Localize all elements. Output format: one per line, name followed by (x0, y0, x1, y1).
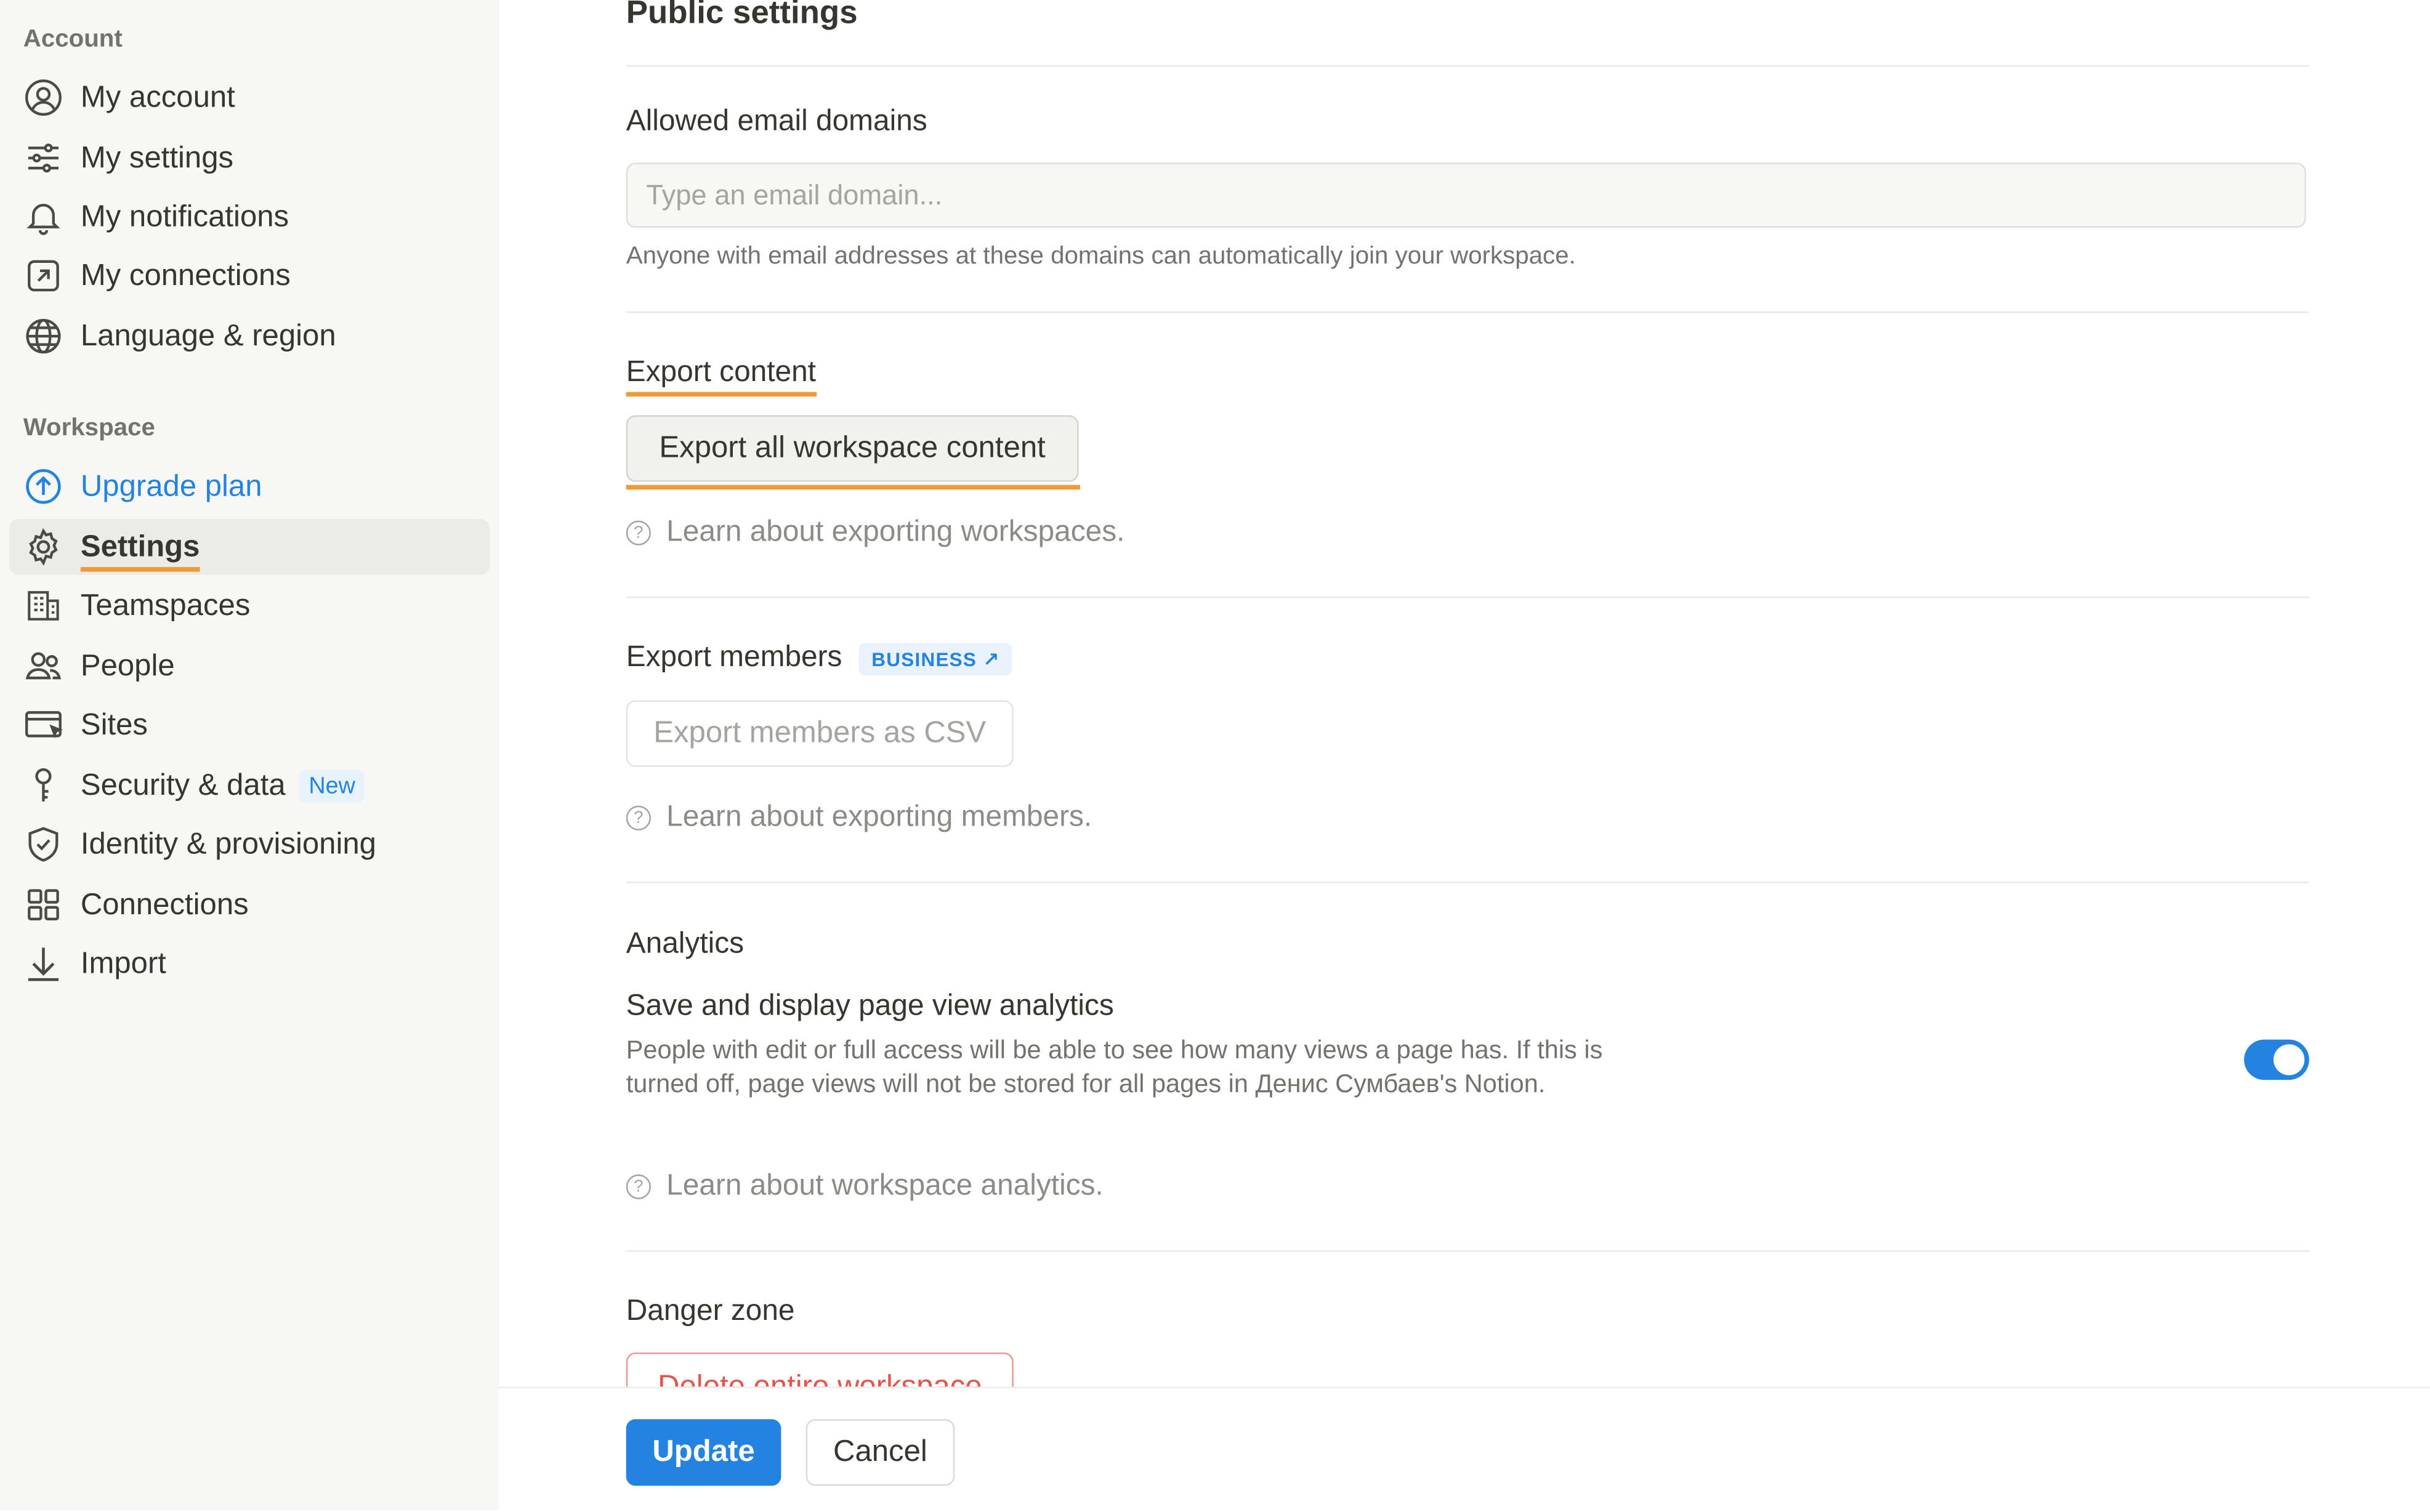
sidebar-item-settings[interactable]: Settings (9, 519, 490, 575)
grid-icon (22, 883, 65, 926)
divider (626, 596, 2309, 598)
export-members-header: Export members BUSINESS ↗ (626, 641, 1012, 675)
gear-icon (22, 525, 65, 568)
key-icon (22, 764, 65, 807)
settings-sidebar: Account My account My settings My notifi… (0, 0, 499, 1511)
focus-underline (626, 485, 1081, 490)
sidebar-item-label: People (80, 648, 175, 683)
sidebar-item-label: Language & region (80, 318, 336, 353)
arrow-up-circle-icon (22, 465, 65, 508)
email-domain-input[interactable] (626, 163, 2306, 228)
sidebar-item-label: Sites (80, 707, 148, 742)
download-arrow-icon (22, 942, 65, 985)
building-icon (22, 584, 65, 627)
sidebar-item-label: My settings (80, 140, 234, 175)
divider (626, 1250, 2309, 1252)
toggle-knob (2273, 1044, 2305, 1076)
export-all-content-button[interactable]: Export all workspace content (626, 415, 1079, 482)
sidebar-item-connections[interactable]: Connections (9, 877, 490, 933)
export-members-title: Export members (626, 641, 842, 674)
globe-icon (22, 315, 65, 358)
page-view-analytics-description: People with edit or full access will be … (626, 1036, 1603, 1099)
business-plan-badge[interactable]: BUSINESS ↗ (859, 642, 1012, 675)
analytics-title: Analytics (626, 928, 745, 961)
divider (626, 65, 2309, 67)
help-circle-icon: ? (626, 1174, 651, 1199)
public-settings-title: Public settings (626, 0, 858, 31)
sidebar-item-label: Import (80, 946, 166, 980)
update-button-label: Update (652, 1434, 755, 1469)
sidebar-item-label: Identity & provisioning (80, 826, 376, 861)
sidebar-item-import[interactable]: Import (9, 936, 490, 992)
email-domains-title: Allowed email domains (626, 105, 927, 138)
sidebar-item-language-region[interactable]: Language & region (9, 308, 490, 364)
sidebar-item-my-settings[interactable]: My settings (9, 130, 490, 186)
sidebar-item-people[interactable]: People (9, 638, 490, 694)
danger-zone-title: Danger zone (626, 1295, 795, 1328)
sidebar-item-label: My connections (80, 258, 291, 292)
bell-icon (22, 195, 65, 238)
page-view-analytics-toggle[interactable] (2244, 1039, 2309, 1080)
settings-main-panel: Public settings Allowed email domains An… (499, 0, 2430, 1512)
workspace-section-label: Workspace (23, 415, 155, 442)
browser-cursor-icon (22, 704, 65, 747)
page-view-analytics-title: Save and display page view analytics (626, 990, 1114, 1023)
export-all-content-label: Export all workspace content (659, 430, 1046, 465)
sidebar-item-my-notifications[interactable]: My notifications (9, 189, 490, 245)
cancel-button-label: Cancel (833, 1434, 927, 1469)
sidebar-item-identity-provisioning[interactable]: Identity & provisioning (9, 816, 490, 872)
sidebar-item-my-account[interactable]: My account (9, 70, 490, 126)
people-icon (22, 645, 65, 688)
learn-export-members-label: Learn about exporting members. (666, 801, 1092, 834)
help-circle-icon: ? (626, 805, 651, 830)
divider (626, 311, 2309, 313)
update-button[interactable]: Update (626, 1419, 781, 1486)
export-content-title: Export content (626, 356, 817, 397)
sidebar-item-security-data[interactable]: Security & data New (9, 758, 490, 814)
user-circle-icon (22, 76, 65, 119)
external-link-box-icon (22, 254, 65, 297)
sidebar-item-label: Security & data (80, 767, 286, 802)
divider (626, 881, 2309, 883)
sidebar-item-upgrade-plan[interactable]: Upgrade plan (9, 459, 490, 515)
export-members-csv-button[interactable]: Export members as CSV (626, 700, 1014, 767)
learn-workspace-analytics-link[interactable]: ? Learn about workspace analytics. (626, 1170, 1104, 1204)
export-members-csv-label: Export members as CSV (653, 715, 987, 750)
settings-footer: Update Cancel (499, 1386, 2430, 1512)
account-section-label: Account (23, 26, 123, 53)
email-domains-hint: Anyone with email addresses at these dom… (626, 243, 1576, 270)
cancel-button[interactable]: Cancel (805, 1419, 955, 1486)
learn-export-workspaces-link[interactable]: ? Learn about exporting workspaces. (626, 516, 1125, 550)
sidebar-item-label: Teamspaces (80, 588, 251, 622)
help-circle-icon: ? (626, 520, 651, 545)
learn-export-workspaces-label: Learn about exporting workspaces. (666, 516, 1125, 549)
sidebar-item-label: Settings (80, 529, 200, 571)
sidebar-item-label: Connections (80, 887, 249, 922)
shield-check-icon (22, 822, 65, 866)
sidebar-item-sites[interactable]: Sites (9, 697, 490, 753)
sidebar-item-my-connections[interactable]: My connections (9, 248, 490, 304)
new-badge: New (299, 769, 365, 802)
learn-export-members-link[interactable]: ? Learn about exporting members. (626, 801, 1092, 835)
sidebar-item-teamspaces[interactable]: Teamspaces (9, 578, 490, 634)
sidebar-item-label: My notifications (80, 199, 289, 233)
sidebar-item-label: Upgrade plan (80, 468, 262, 503)
sidebar-item-label: My account (80, 79, 235, 114)
learn-workspace-analytics-label: Learn about workspace analytics. (666, 1170, 1104, 1202)
sliders-icon (22, 136, 65, 179)
